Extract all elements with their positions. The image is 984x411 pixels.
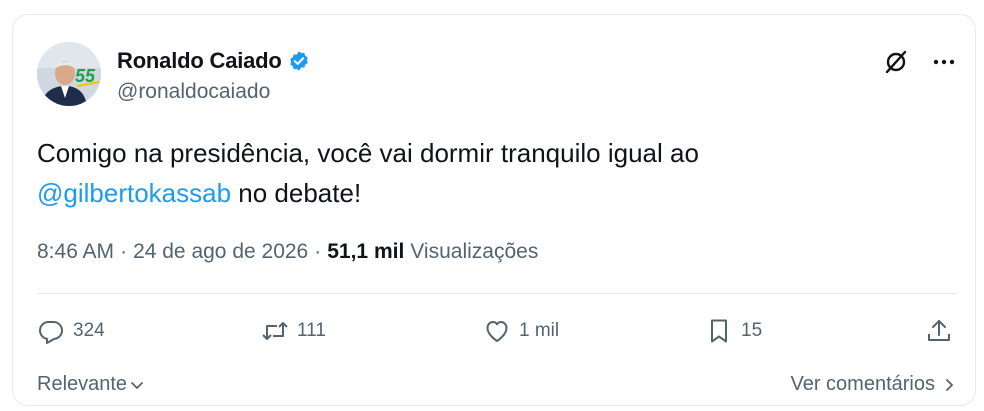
post-card: 55 Ronaldo Caiado @ronaldocaiado Comigo … [12, 14, 976, 406]
mention-link[interactable]: @gilbertokassab [37, 178, 231, 208]
chevron-down-icon [131, 381, 143, 389]
sort-label: Relevante [37, 373, 128, 395]
post-date[interactable]: 24 de ago de 2026 [133, 240, 308, 264]
post-meta: 8:46 AM · 24 de ago de 2026 · 51,1 mil V… [37, 240, 538, 264]
view-comments-label: Ver comentários [790, 373, 935, 395]
post-text-part: no debate! [231, 178, 362, 208]
view-comments-link[interactable]: Ver comentários [790, 373, 957, 396]
share-button[interactable] [925, 317, 953, 345]
reply-count: 324 [73, 320, 105, 341]
name-row: Ronaldo Caiado [117, 48, 310, 74]
reply-icon [39, 321, 63, 344]
author-handle[interactable]: @ronaldocaiado [117, 80, 310, 104]
grok-icon[interactable] [883, 49, 909, 75]
divider [37, 293, 957, 294]
reply-button[interactable]: 324 [37, 317, 105, 345]
verified-badge-icon [288, 50, 310, 72]
share-icon [928, 320, 950, 341]
repost-icon [262, 322, 288, 340]
action-bar: 324 111 1 mil 15 [37, 317, 953, 351]
post-time[interactable]: 8:46 AM [37, 240, 114, 264]
avatar-image: 55 [37, 42, 101, 106]
author-block: Ronaldo Caiado @ronaldocaiado [117, 48, 310, 104]
views-count: 51,1 mil [327, 240, 405, 263]
post-text: Comigo na presidência, você vai dormir t… [37, 133, 937, 213]
bookmark-count: 15 [741, 320, 763, 341]
avatar[interactable]: 55 [37, 42, 101, 106]
author-name[interactable]: Ronaldo Caiado [117, 48, 282, 74]
meta-separator: · [120, 240, 128, 263]
like-count: 1 mil [519, 320, 560, 341]
more-icon[interactable] [931, 49, 957, 75]
meta-separator: · [314, 240, 322, 263]
repost-count: 111 [297, 320, 326, 341]
chevron-right-icon [946, 378, 953, 391]
header-actions [883, 49, 957, 75]
bookmark-icon [711, 319, 727, 343]
bookmark-button[interactable]: 15 [705, 317, 762, 345]
post-text-part: Comigo na presidência, você vai dormir t… [37, 138, 699, 168]
like-button[interactable]: 1 mil [483, 317, 559, 345]
views-label: Visualizações [410, 240, 539, 263]
sort-dropdown[interactable]: Relevante [37, 373, 145, 396]
like-icon [486, 321, 508, 342]
repost-button[interactable]: 111 [261, 317, 326, 345]
